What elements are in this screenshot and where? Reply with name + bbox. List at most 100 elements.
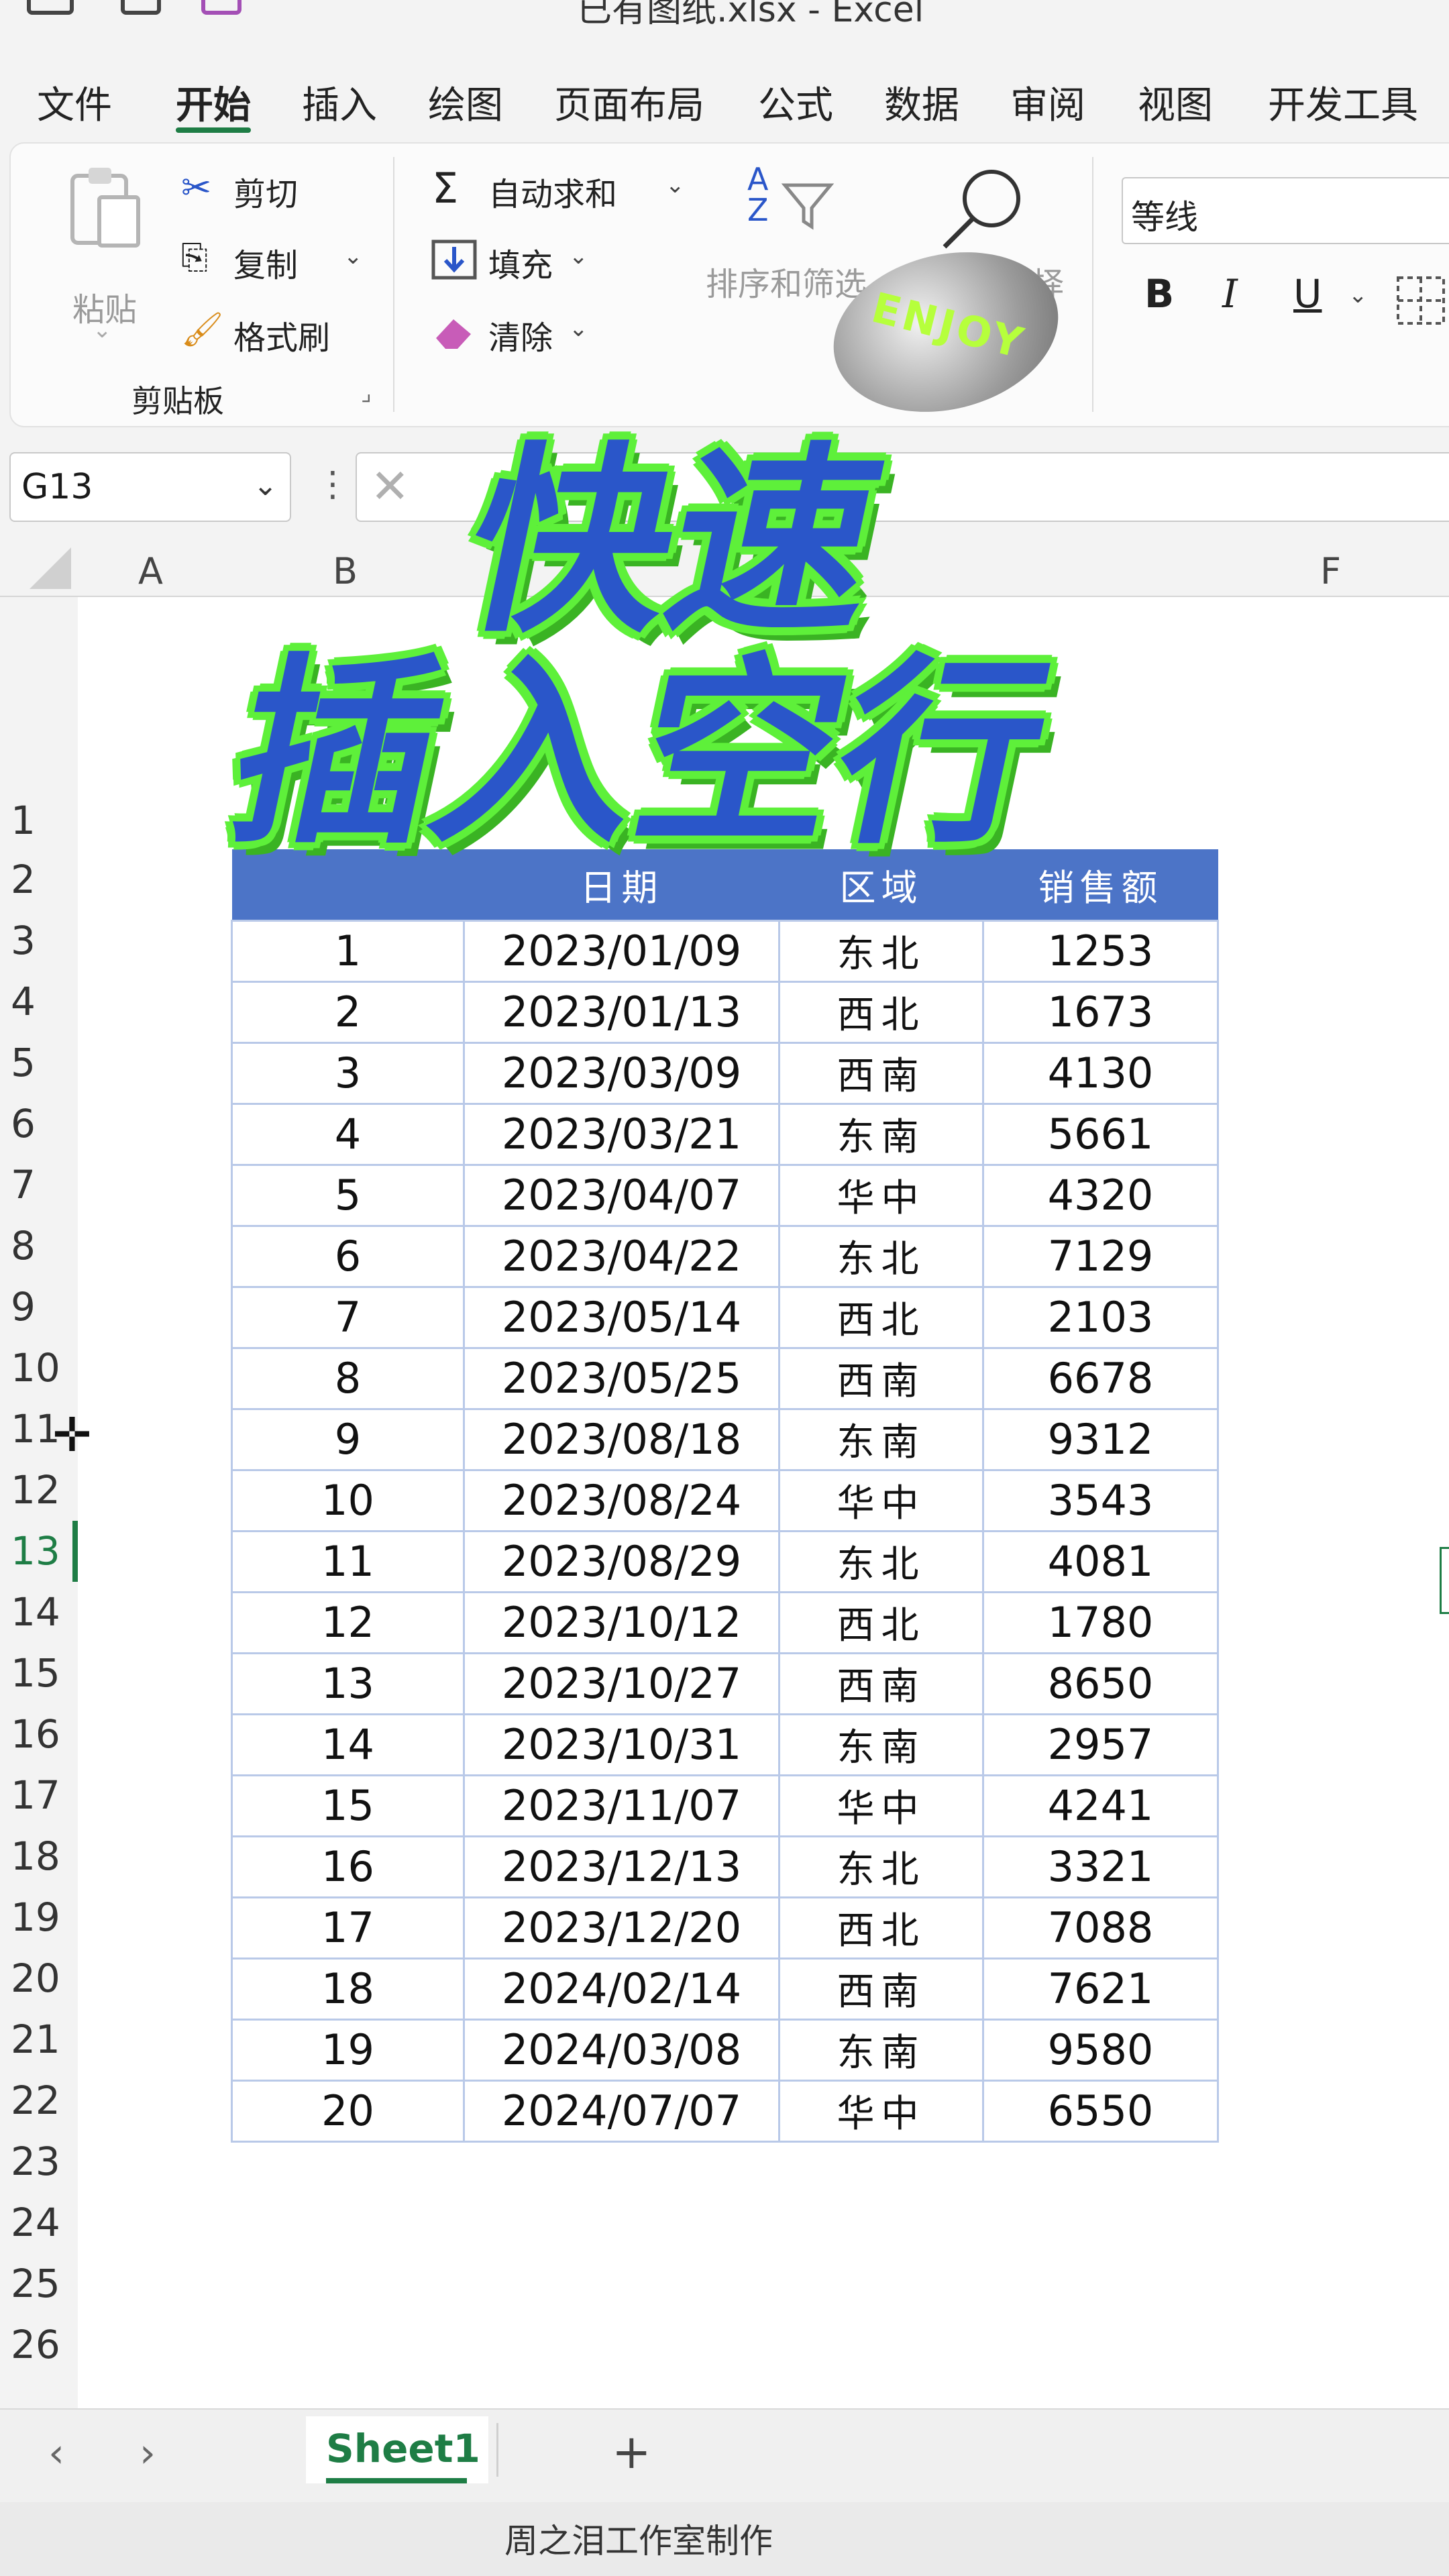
sort-filter-button[interactable]: 排序和筛选 [706, 258, 867, 305]
cell-date[interactable]: 2023/08/29 [463, 1529, 780, 1593]
more-options-icon[interactable]: ⋮ [315, 464, 350, 504]
cell-index[interactable]: 1 [231, 919, 465, 983]
clear-button[interactable]: 清除 [488, 311, 553, 358]
cell-sales[interactable]: 4081 [982, 1529, 1219, 1593]
select-all-corner[interactable] [27, 545, 74, 592]
cell-region[interactable]: 东南 [778, 2018, 984, 2082]
cell-region[interactable]: 东南 [778, 1102, 984, 1166]
cell-sales[interactable]: 4130 [982, 1041, 1219, 1105]
add-sheet-button[interactable]: + [612, 2424, 651, 2479]
cell-region[interactable]: 西北 [778, 980, 984, 1044]
scroll-left-icon[interactable]: ‹ [48, 2430, 64, 2477]
cell-sales[interactable]: 9312 [982, 1407, 1219, 1471]
cell-date[interactable]: 2023/10/31 [463, 1713, 780, 1776]
row-header[interactable]: 22 [0, 2070, 78, 2131]
cell-region[interactable]: 西北 [778, 1285, 984, 1349]
cell-index[interactable]: 3 [231, 1041, 465, 1105]
cell-region[interactable]: 华中 [778, 2079, 984, 2143]
cell-sales[interactable]: 7088 [982, 1896, 1219, 1960]
fill-dropdown-caret[interactable]: ⌄ [569, 243, 588, 270]
cell-index[interactable]: 6 [231, 1224, 465, 1288]
cell-region[interactable]: 东北 [778, 1529, 984, 1593]
column-header-b[interactable]: B [333, 550, 358, 592]
cell-index[interactable]: 19 [231, 2018, 465, 2082]
row-header[interactable]: 16 [0, 1704, 78, 1765]
tab-draw[interactable]: 绘图 [428, 75, 503, 129]
tab-data[interactable]: 数据 [884, 75, 959, 129]
cell-sales[interactable]: 2957 [982, 1713, 1219, 1776]
cell-sales[interactable]: 9580 [982, 2018, 1219, 2082]
cell-region[interactable]: 西南 [778, 1346, 984, 1410]
scroll-right-icon[interactable]: › [140, 2430, 156, 2477]
cell-date[interactable]: 2023/01/13 [463, 980, 780, 1044]
cell-region[interactable]: 华中 [778, 1774, 984, 1837]
row-header[interactable]: 9 [0, 1277, 78, 1338]
cell-sales[interactable]: 6550 [982, 2079, 1219, 2143]
cell-index[interactable]: 18 [231, 1957, 465, 2021]
cell-date[interactable]: 2023/04/22 [463, 1224, 780, 1288]
cell-sales[interactable]: 7621 [982, 1957, 1219, 2021]
cell-index[interactable]: 20 [231, 2079, 465, 2143]
clear-dropdown-caret[interactable]: ⌄ [569, 315, 588, 342]
borders-icon[interactable] [1395, 275, 1446, 326]
cell-index[interactable]: 12 [231, 1591, 465, 1654]
row-header[interactable]: 17 [0, 1765, 78, 1826]
quick-access-icon[interactable] [201, 0, 241, 15]
tab-view[interactable]: 视图 [1138, 75, 1213, 129]
cell-index[interactable]: 2 [231, 980, 465, 1044]
cell-date[interactable]: 2023/10/12 [463, 1591, 780, 1654]
row-header[interactable]: 4 [0, 971, 78, 1032]
cell-sales[interactable]: 1253 [982, 919, 1219, 983]
cell-region[interactable]: 东南 [778, 1713, 984, 1776]
cancel-icon[interactable]: ✕ [370, 459, 410, 514]
cell-date[interactable]: 2023/08/18 [463, 1407, 780, 1471]
cell-index[interactable]: 17 [231, 1896, 465, 1960]
row-header[interactable]: 24 [0, 2192, 78, 2253]
tab-formulas[interactable]: 公式 [758, 75, 833, 129]
cell-sales[interactable]: 5661 [982, 1102, 1219, 1166]
name-box[interactable]: G13 ⌄ [9, 452, 291, 522]
row-header[interactable]: 13 [0, 1521, 78, 1582]
cell-sales[interactable]: 2103 [982, 1285, 1219, 1349]
cell-region[interactable]: 西南 [778, 1041, 984, 1105]
cell-sales[interactable]: 6678 [982, 1346, 1219, 1410]
copy-button[interactable]: 复制 [233, 239, 298, 286]
row-header[interactable]: 6 [0, 1093, 78, 1155]
cell-region[interactable]: 东南 [778, 1407, 984, 1471]
bold-button[interactable]: B [1144, 271, 1174, 317]
cell-index[interactable]: 7 [231, 1285, 465, 1349]
cell-sales[interactable]: 8650 [982, 1652, 1219, 1715]
row-header[interactable]: 14 [0, 1582, 78, 1643]
tab-page-layout[interactable]: 页面布局 [554, 75, 704, 129]
cell-sales[interactable]: 3321 [982, 1835, 1219, 1898]
column-header-a[interactable]: A [138, 550, 163, 592]
row-header[interactable]: 19 [0, 1887, 78, 1948]
row-header[interactable]: 15 [0, 1643, 78, 1704]
cell-sales[interactable]: 1673 [982, 980, 1219, 1044]
cell-index[interactable]: 4 [231, 1102, 465, 1166]
cell-date[interactable]: 2023/05/14 [463, 1285, 780, 1349]
cell-date[interactable]: 2023/11/07 [463, 1774, 780, 1837]
cell-region[interactable]: 东北 [778, 1835, 984, 1898]
cell-region[interactable]: 西南 [778, 1957, 984, 2021]
row-header[interactable]: 7 [0, 1155, 78, 1216]
row-header[interactable]: 21 [0, 2009, 78, 2070]
cell-index[interactable]: 5 [231, 1163, 465, 1227]
autosum-dropdown-caret[interactable]: ⌄ [665, 172, 685, 199]
cell-index[interactable]: 8 [231, 1346, 465, 1410]
cell-date[interactable]: 2023/05/25 [463, 1346, 780, 1410]
row-header[interactable]: 23 [0, 2131, 78, 2192]
paste-dropdown-caret[interactable]: ⌄ [93, 317, 112, 343]
cell-index[interactable]: 14 [231, 1713, 465, 1776]
cell-region[interactable]: 华中 [778, 1163, 984, 1227]
row-header[interactable]: 18 [0, 1826, 78, 1887]
sheet-tab-sheet1[interactable]: Sheet1 [306, 2416, 488, 2483]
underline-button[interactable]: U [1293, 271, 1322, 317]
tab-insert[interactable]: 插入 [302, 75, 377, 129]
row-header[interactable]: 20 [0, 1948, 78, 2009]
cell-index[interactable]: 11 [231, 1529, 465, 1593]
cell-sales[interactable]: 7129 [982, 1224, 1219, 1288]
cell-date[interactable]: 2024/07/07 [463, 2079, 780, 2143]
cell-sales[interactable]: 1780 [982, 1591, 1219, 1654]
cell-date[interactable]: 2023/12/13 [463, 1835, 780, 1898]
